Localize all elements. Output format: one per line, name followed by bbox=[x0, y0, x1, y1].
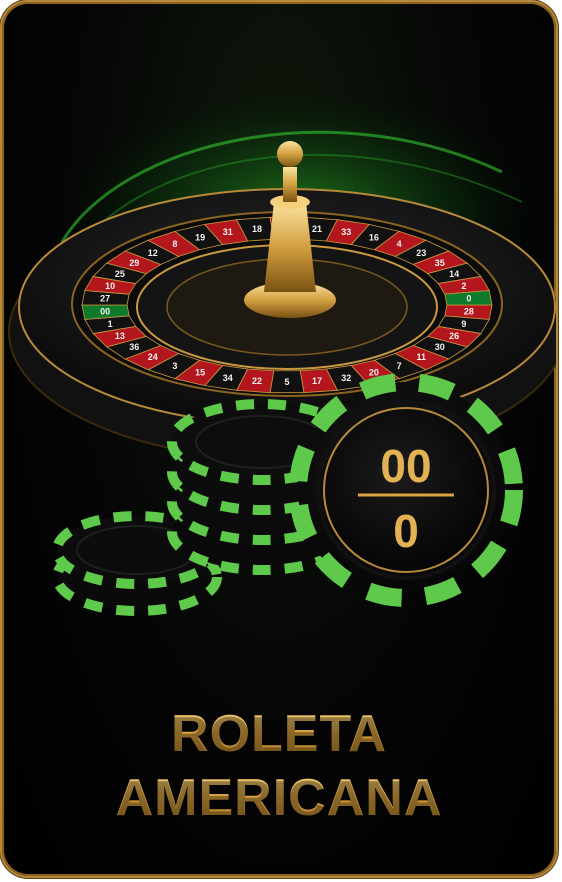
wheel-number: 4 bbox=[397, 239, 402, 249]
wheel-number: 34 bbox=[223, 373, 233, 383]
wheel-number: 35 bbox=[435, 258, 445, 268]
title-line-1: ROLETA bbox=[2, 702, 556, 766]
wheel-number: 24 bbox=[148, 352, 158, 362]
wheel-number: 17 bbox=[312, 376, 322, 386]
wheel-number: 13 bbox=[115, 331, 125, 341]
wheel-number: 00 bbox=[100, 306, 110, 316]
chip-bottom-label: 0 bbox=[393, 505, 419, 557]
roleta-americana-card[interactable]: 28 9 26 30 11 7 20 32 17 5 22 34 15 3 24 36 13 1 00 27 10 25 2… bbox=[2, 2, 556, 876]
wheel-number: 7 bbox=[397, 361, 402, 371]
wheel-number: 22 bbox=[252, 376, 262, 386]
wheel-number: 33 bbox=[341, 227, 351, 237]
wheel-number: 25 bbox=[115, 269, 125, 279]
chip-top-label: 00 bbox=[380, 440, 431, 492]
wheel-number: 21 bbox=[312, 224, 322, 234]
wheel-number: 23 bbox=[416, 248, 426, 258]
wheel-number: 32 bbox=[341, 373, 351, 383]
wheel-number: 16 bbox=[369, 232, 379, 242]
wheel-number: 18 bbox=[252, 224, 262, 234]
wheel-number: 27 bbox=[100, 294, 110, 304]
wheel-number: 2 bbox=[461, 281, 466, 291]
wheel-number: 36 bbox=[129, 342, 139, 352]
wheel-number: 0 bbox=[466, 294, 471, 304]
wheel-number: 12 bbox=[148, 248, 158, 258]
wheel-number: 31 bbox=[223, 227, 233, 237]
wheel-number: 3 bbox=[172, 361, 177, 371]
wheel-number: 28 bbox=[464, 306, 474, 316]
wheel-number: 10 bbox=[105, 281, 115, 291]
wheel-number: 14 bbox=[449, 269, 459, 279]
title-line-2: AMERICANA bbox=[2, 766, 556, 830]
wheel-number: 9 bbox=[461, 319, 466, 329]
wheel-number: 19 bbox=[195, 232, 205, 242]
wheel-number: 1 bbox=[108, 319, 113, 329]
wheel-number: 20 bbox=[369, 368, 379, 378]
wheel-number: 29 bbox=[129, 258, 139, 268]
wheel-number: 5 bbox=[284, 377, 289, 387]
wheel-number: 30 bbox=[435, 342, 445, 352]
wheel-number: 26 bbox=[449, 331, 459, 341]
wheel-number: 8 bbox=[172, 239, 177, 249]
wheel-number: 11 bbox=[417, 352, 427, 362]
poker-chip-icon[interactable]: 00 0 bbox=[289, 373, 523, 607]
wheel-number: 15 bbox=[195, 368, 205, 378]
